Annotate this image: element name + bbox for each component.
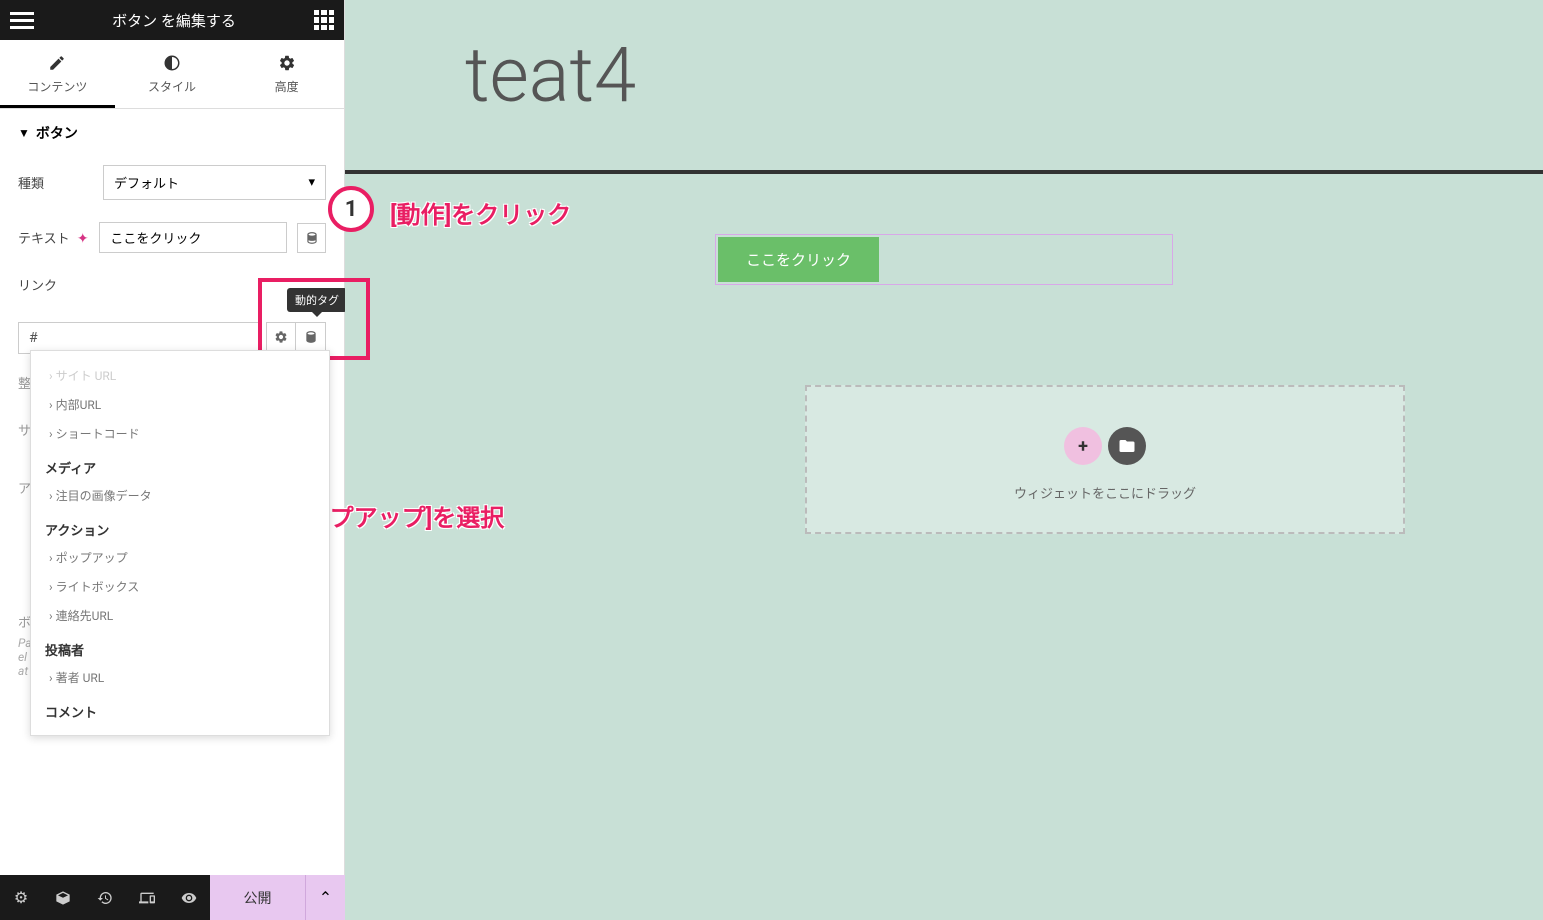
- section-toggle[interactable]: ▼ ボタン: [18, 123, 326, 143]
- select-value: デフォルト: [114, 173, 179, 192]
- dynamic-tag-dropdown: › サイト URL › 内部URL › ショートコード メディア › 注目の画像…: [30, 350, 330, 736]
- pencil-icon: [48, 54, 66, 72]
- settings-icon[interactable]: ⚙: [0, 875, 42, 920]
- dropzone-text: ウィジェットをここにドラッグ: [827, 483, 1383, 502]
- database-icon[interactable]: [297, 223, 326, 253]
- apps-icon[interactable]: [314, 10, 334, 30]
- dropdown-item-popup[interactable]: › ポップアップ: [31, 543, 329, 572]
- field-label: テキスト ✦: [18, 228, 89, 247]
- widget-row[interactable]: ここをクリック: [715, 234, 1173, 285]
- tab-advanced[interactable]: 高度: [229, 40, 344, 108]
- hamburger-icon[interactable]: [10, 8, 34, 32]
- preview-icon[interactable]: [168, 875, 210, 920]
- dropdown-header: メディア: [31, 448, 329, 481]
- panel-tabs: コンテンツ スタイル 高度: [0, 40, 344, 109]
- type-select[interactable]: デフォルト ▾: [103, 165, 326, 200]
- publish-options[interactable]: ⌃: [305, 875, 345, 920]
- publish-button[interactable]: 公開: [210, 875, 305, 920]
- caret-down-icon: ▼: [18, 126, 30, 140]
- template-icon[interactable]: [1108, 427, 1146, 465]
- link-settings-icon[interactable]: [266, 322, 296, 352]
- dropdown-item[interactable]: › ライトボックス: [31, 572, 329, 601]
- field-label: 種類: [18, 173, 93, 192]
- tab-label: コンテンツ: [27, 80, 87, 94]
- dynamic-icon[interactable]: ✦: [77, 231, 89, 247]
- dropdown-header: 投稿者: [31, 630, 329, 663]
- field-link: リンク: [18, 275, 326, 294]
- tab-style[interactable]: スタイル: [115, 40, 230, 108]
- dropdown-item[interactable]: › ショートコード: [31, 419, 329, 448]
- text-input[interactable]: [99, 222, 287, 253]
- dynamic-tag-icon[interactable]: [296, 322, 326, 352]
- panel-title: ボタン を編集する: [112, 10, 236, 31]
- dropdown-header: コメント: [31, 692, 329, 725]
- tab-label: スタイル: [148, 80, 196, 94]
- preview-button[interactable]: ここをクリック: [718, 237, 879, 282]
- editor-canvas: teat4 ここをクリック + ウィジェットをここにドラッグ: [345, 0, 1543, 920]
- section-button: ▼ ボタン 種類 デフォルト ▾ テキスト ✦ リンク: [0, 109, 344, 316]
- dropdown-item[interactable]: › 著者 URL: [31, 663, 329, 692]
- tooltip: 動的タグ: [287, 288, 347, 312]
- gear-icon: [278, 54, 296, 72]
- field-label: リンク: [18, 275, 93, 294]
- field-text: テキスト ✦: [18, 222, 326, 253]
- dropdown-item[interactable]: › サイト URL: [31, 361, 329, 390]
- dropdown-item[interactable]: › 連絡先URL: [31, 601, 329, 630]
- tab-content[interactable]: コンテンツ: [0, 40, 115, 108]
- drop-zone[interactable]: + ウィジェットをここにドラッグ: [805, 385, 1405, 534]
- section-label: ボタン: [36, 123, 78, 143]
- responsive-icon[interactable]: [126, 875, 168, 920]
- annotation-number-1: 1: [328, 186, 374, 232]
- sidebar-header: ボタン を編集する: [0, 0, 344, 40]
- chevron-down-icon: ▾: [308, 175, 315, 190]
- dropdown-header: アクション: [31, 510, 329, 543]
- bottom-bar: ⚙ 公開 ⌃: [0, 875, 345, 920]
- dropzone-icons: +: [827, 427, 1383, 465]
- navigator-icon[interactable]: [42, 875, 84, 920]
- page-title: teat4: [345, 0, 1543, 170]
- history-icon[interactable]: [84, 875, 126, 920]
- dropdown-item[interactable]: › 注目の画像データ: [31, 481, 329, 510]
- annotation-text-1: [動作]をクリック: [390, 195, 571, 230]
- add-widget-icon[interactable]: +: [1064, 427, 1102, 465]
- contrast-icon: [163, 54, 181, 72]
- dropdown-item[interactable]: › 内部URL: [31, 390, 329, 419]
- field-type: 種類 デフォルト ▾: [18, 165, 326, 200]
- canvas-divider: [345, 170, 1543, 174]
- tab-label: 高度: [275, 80, 299, 94]
